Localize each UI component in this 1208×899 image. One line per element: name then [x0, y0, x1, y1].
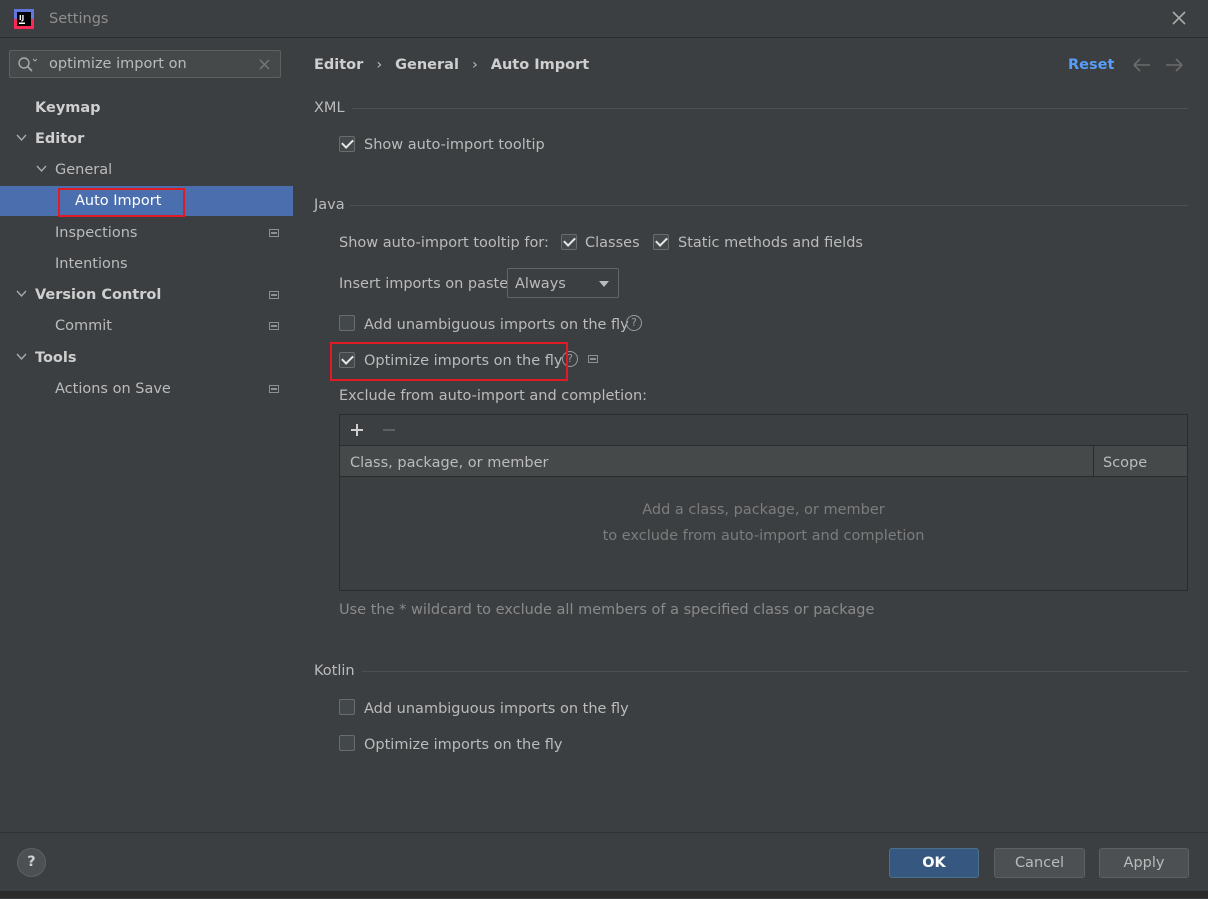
- sidebar-item-label: Keymap: [35, 100, 101, 116]
- add-icon[interactable]: [348, 421, 366, 439]
- help-button[interactable]: ?: [17, 848, 46, 877]
- breadcrumb-auto-import: Auto Import: [490, 57, 590, 73]
- breadcrumb-separator: ›: [471, 57, 478, 73]
- search-icon: [18, 57, 37, 72]
- kotlin-optimize-imports-checkbox[interactable]: [339, 735, 355, 751]
- sidebar-item-label: Intentions: [55, 256, 128, 272]
- sidebar-item-intentions[interactable]: Intentions: [0, 249, 293, 279]
- breadcrumb: Editor › General › Auto Import: [314, 57, 589, 73]
- sidebar-item-tools[interactable]: Tools: [0, 343, 293, 373]
- project-level-icon: [588, 355, 598, 363]
- chevron-down-icon[interactable]: [16, 290, 27, 298]
- project-level-icon: [269, 229, 279, 237]
- breadcrumb-general[interactable]: General: [395, 57, 459, 73]
- clear-search-icon[interactable]: [258, 58, 271, 71]
- title-bar: [0, 0, 1208, 38]
- tooltip-for-label: Show auto-import tooltip for:: [339, 235, 549, 251]
- section-title-xml: XML: [314, 100, 345, 116]
- column-header-scope[interactable]: Scope: [1103, 455, 1147, 471]
- chevron-down-icon[interactable]: [16, 353, 27, 361]
- breadcrumb-separator: ›: [376, 57, 383, 73]
- sidebar-item-label: Editor: [35, 131, 85, 147]
- table-toolbar: [340, 415, 1187, 446]
- chevron-down-icon[interactable]: [36, 165, 47, 173]
- static-methods-label: Static methods and fields: [678, 235, 863, 251]
- sidebar-item-label: Inspections: [55, 225, 138, 241]
- sidebar-item-label: Commit: [55, 318, 112, 334]
- xml-show-tooltip-checkbox[interactable]: [339, 136, 355, 152]
- close-icon[interactable]: [1168, 7, 1190, 29]
- chevron-down-icon[interactable]: [16, 134, 27, 142]
- remove-icon: [383, 429, 395, 431]
- forward-arrow-icon[interactable]: [1163, 56, 1185, 74]
- back-arrow-icon[interactable]: [1131, 56, 1153, 74]
- dropdown-arrow-icon: [599, 281, 609, 287]
- insert-imports-select[interactable]: Always: [507, 268, 619, 298]
- table-empty-text[interactable]: Add a class, package, or member: [340, 502, 1187, 518]
- sidebar-item-general[interactable]: General: [0, 155, 293, 185]
- project-level-icon: [269, 385, 279, 393]
- select-value: Always: [515, 276, 566, 292]
- java-add-unambiguous-label: Add unambiguous imports on the fly: [364, 317, 629, 333]
- wildcard-hint: Use the * wildcard to exclude all member…: [339, 602, 875, 618]
- column-divider: [1093, 446, 1094, 476]
- section-title-kotlin: Kotlin: [314, 663, 355, 679]
- window-title: Settings: [49, 11, 109, 27]
- sidebar-item-actions-on-save[interactable]: Actions on Save: [0, 374, 293, 404]
- section-divider: [352, 108, 1188, 109]
- cancel-button[interactable]: Cancel: [994, 848, 1085, 878]
- sidebar-item-label: Actions on Save: [55, 381, 171, 397]
- classes-label: Classes: [585, 235, 640, 251]
- help-icon[interactable]: ?: [626, 315, 642, 331]
- section-divider: [362, 671, 1188, 672]
- reset-link[interactable]: Reset: [1068, 57, 1114, 73]
- classes-checkbox[interactable]: [561, 234, 577, 250]
- sidebar-item-editor[interactable]: Editor: [0, 124, 293, 154]
- sidebar-item-keymap[interactable]: Keymap: [0, 93, 293, 123]
- kotlin-add-unambiguous-label: Add unambiguous imports on the fly: [364, 701, 629, 717]
- exclude-label: Exclude from auto-import and completion:: [339, 388, 648, 404]
- project-level-icon: [269, 322, 279, 330]
- kotlin-optimize-imports-label: Optimize imports on the fly: [364, 737, 563, 753]
- search-value: optimize import on: [49, 56, 187, 72]
- static-methods-checkbox[interactable]: [653, 234, 669, 250]
- highlight-box: [58, 188, 185, 217]
- xml-show-tooltip-label: Show auto-import tooltip: [364, 137, 545, 153]
- column-header-class[interactable]: Class, package, or member: [350, 455, 549, 471]
- bottom-strip: [0, 891, 1208, 898]
- apply-button[interactable]: Apply: [1099, 848, 1189, 878]
- sidebar-item-label: General: [55, 162, 113, 178]
- sidebar-item-label: Version Control: [35, 287, 162, 303]
- ok-button[interactable]: OK: [889, 848, 979, 878]
- highlight-box: [330, 342, 568, 381]
- section-divider: [350, 205, 1188, 206]
- project-level-icon: [269, 291, 279, 299]
- java-add-unambiguous-checkbox[interactable]: [339, 315, 355, 331]
- sidebar-item-label: Tools: [35, 350, 77, 366]
- svg-text:IJ: IJ: [19, 14, 24, 22]
- table-empty-text: to exclude from auto-import and completi…: [602, 528, 925, 544]
- breadcrumb-editor[interactable]: Editor: [314, 57, 363, 73]
- section-title-java: Java: [314, 197, 345, 213]
- insert-imports-label: Insert imports on paste:: [339, 276, 514, 292]
- sidebar-item-commit[interactable]: Commit: [0, 311, 293, 341]
- sidebar-item-version-control[interactable]: Version Control: [0, 280, 293, 310]
- kotlin-add-unambiguous-checkbox[interactable]: [339, 699, 355, 715]
- intellij-logo-icon: IJ: [14, 9, 34, 29]
- sidebar-item-inspections[interactable]: Inspections: [0, 218, 293, 248]
